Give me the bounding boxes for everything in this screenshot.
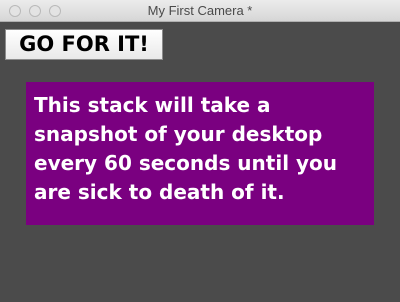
stack-card: GO FOR IT! This stack will take a snapsh… xyxy=(0,22,400,302)
message-text: This stack will take a snapshot of your … xyxy=(34,93,338,204)
go-for-it-button[interactable]: GO FOR IT! xyxy=(5,29,163,60)
title-bar[interactable]: My First Camera * xyxy=(0,0,400,22)
window-title: My First Camera * xyxy=(147,3,253,18)
app-window: My First Camera * GO FOR IT! This stack … xyxy=(0,0,400,302)
message-field: This stack will take a snapshot of your … xyxy=(26,82,374,225)
